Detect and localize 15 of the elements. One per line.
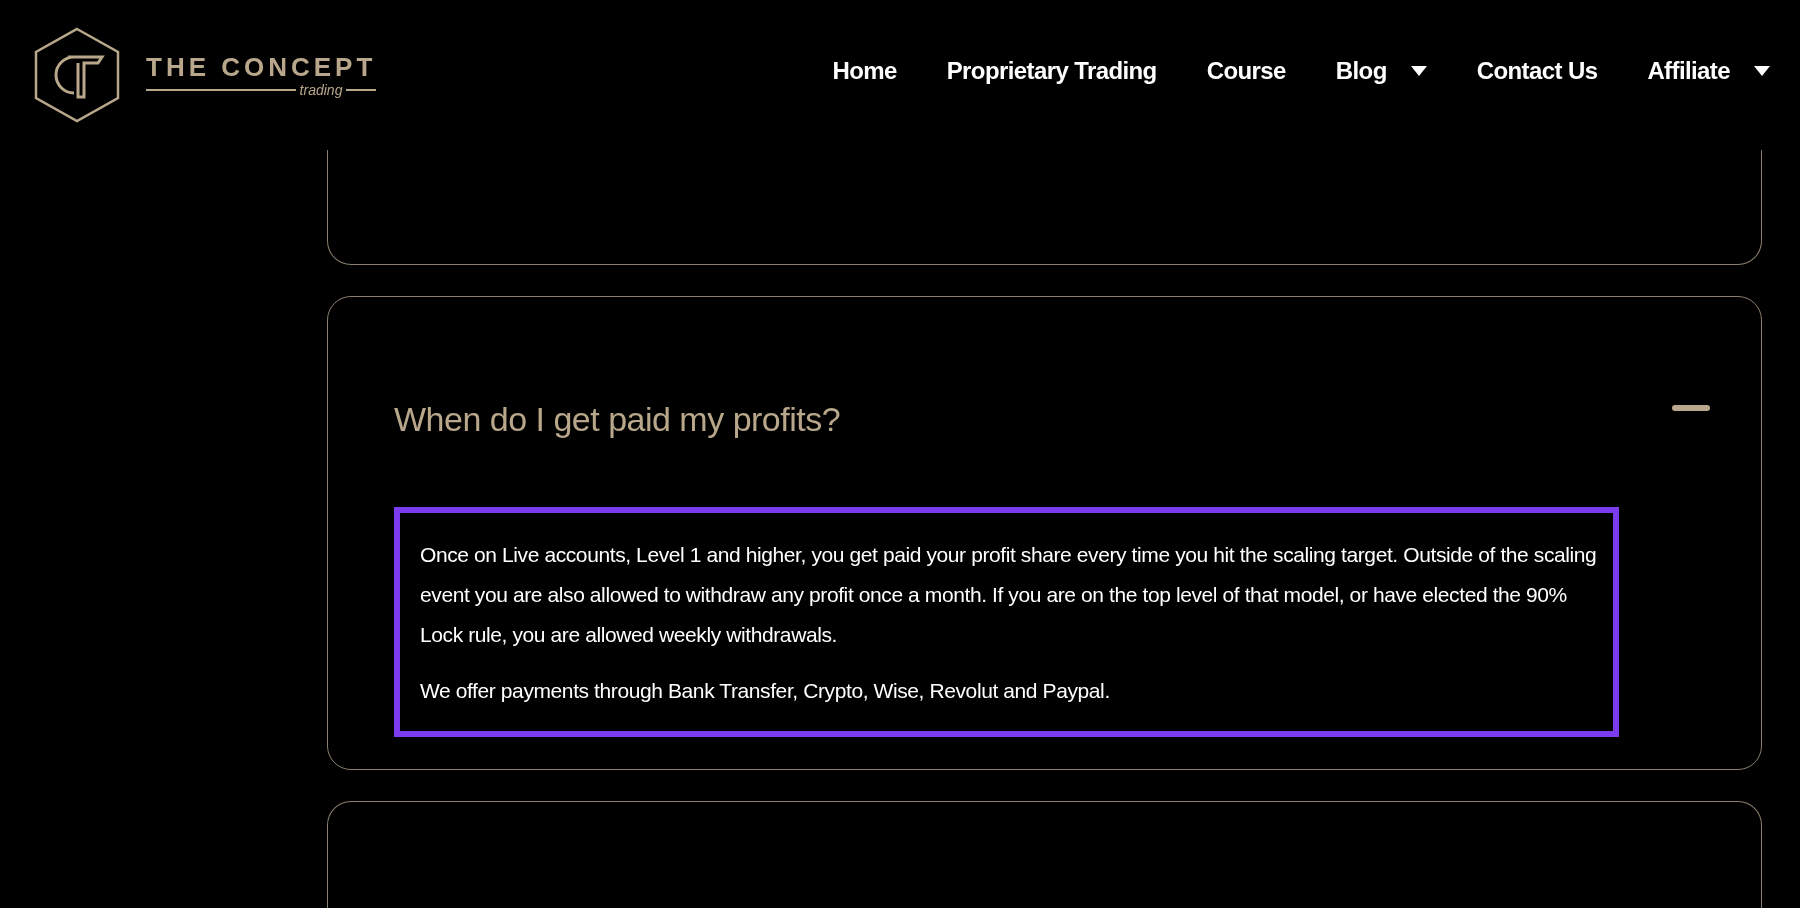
faq-answer: Once on Live accounts, Level 1 and higher, you get paid your profit share every time you hit the scaling target. Outside of the scaling event you are also allowed to withdraw any profit once a month. If you are on the top level of that model, or have elected the 90% Lock rule, you are allowed weekly withdrawals. [420,542,1597,648]
caret-down-icon [1754,66,1770,76]
hexagon-logo-icon [34,27,120,123]
minus-icon [1672,405,1710,411]
logo-title: THE CONCEPT [146,52,377,82]
nav-link[interactable]: Proprietary Trading [946,57,1157,85]
nav-link[interactable]: Course [1206,57,1286,85]
faq-answer: We offer payments through Bank Transfer, Crypto, Wise, Revolut and Paypal. [420,678,1111,704]
nav-link[interactable]: Affiliate [1647,57,1770,85]
nav-link[interactable]: Contact Us [1476,57,1598,85]
logo-subtitle: trading [299,82,343,98]
nav-link[interactable]: Blog [1335,57,1427,85]
nav-link[interactable]: Home [832,57,897,85]
faq-question: When do I get paid my profits? [394,399,841,439]
caret-down-icon [1410,66,1427,76]
